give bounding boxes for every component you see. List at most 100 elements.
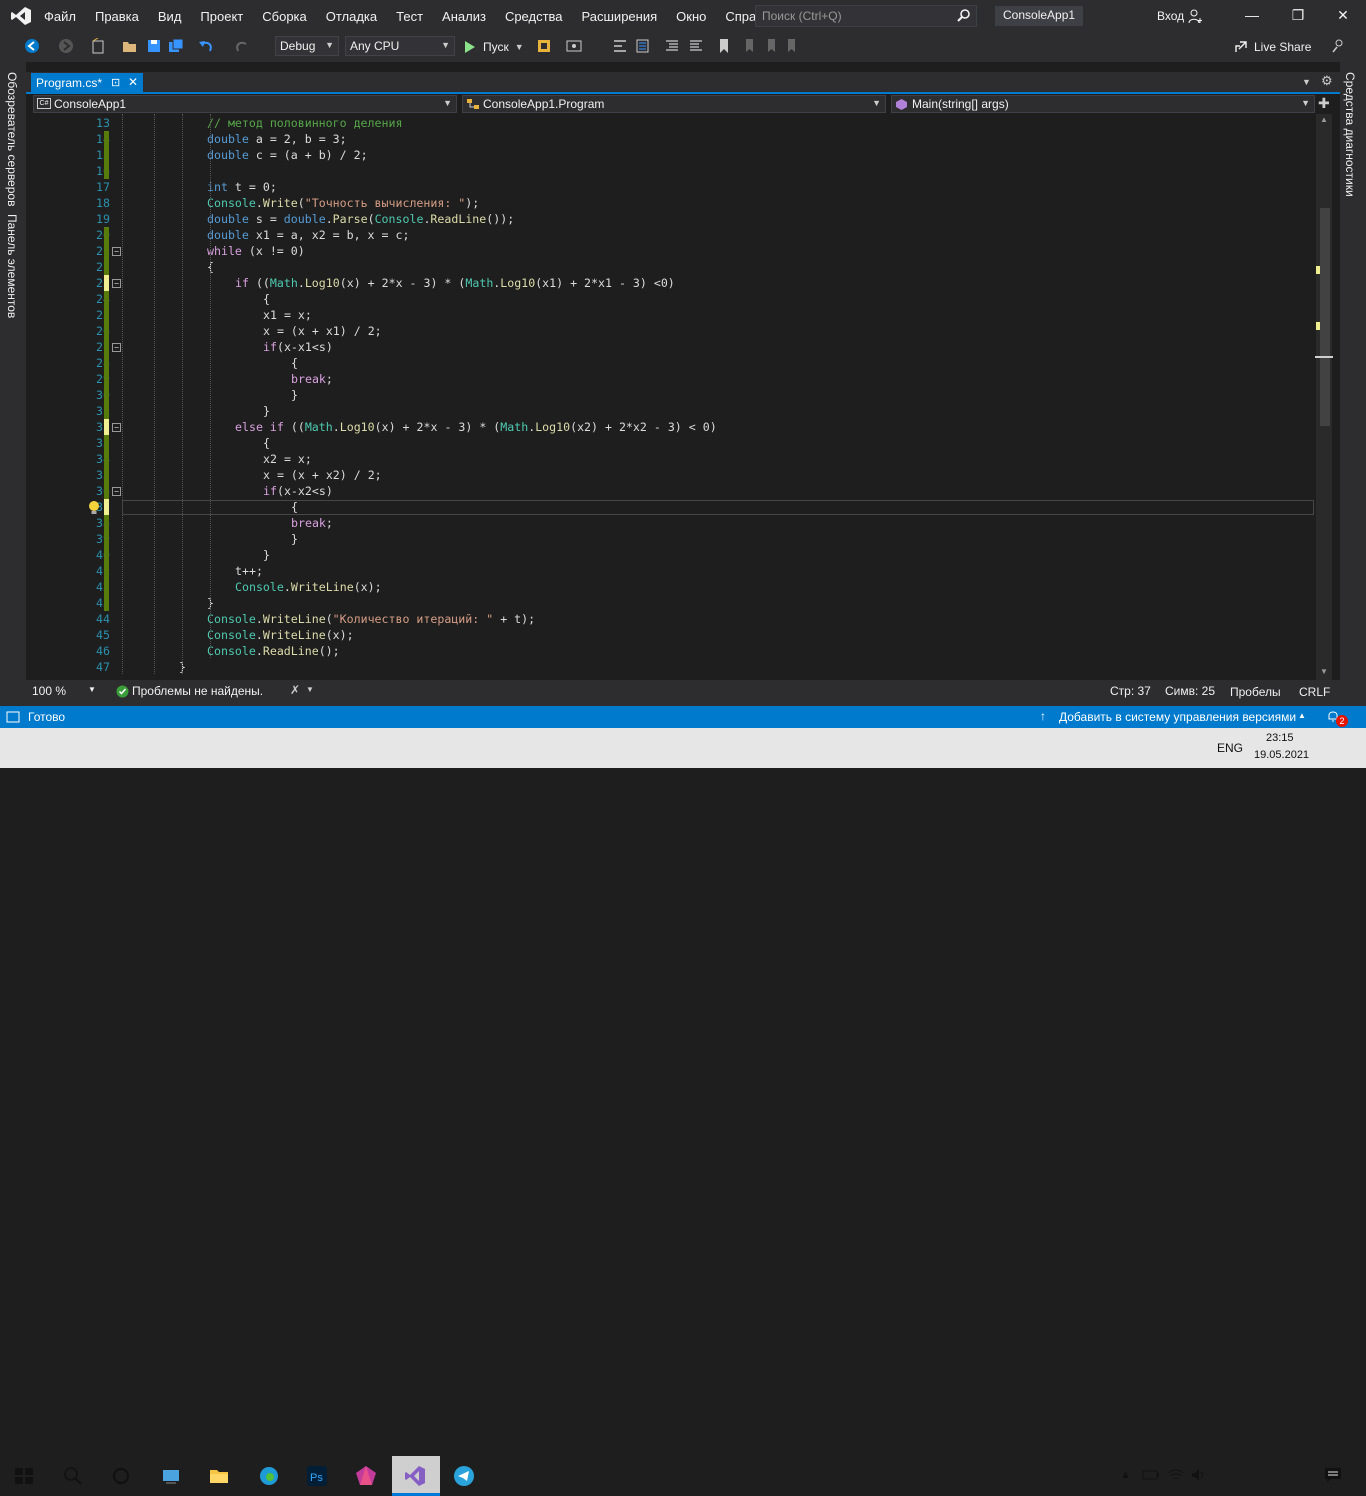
- code-line[interactable]: 32− else if ((Math.Log10(x) + 2*x - 3) * …: [26, 419, 1316, 435]
- code-line[interactable]: 31}: [26, 403, 1316, 419]
- code-line[interactable]: 17 int t = 0;: [26, 179, 1316, 195]
- save-all-icon[interactable]: [168, 38, 184, 54]
- class-nav-select[interactable]: ConsoleApp1.Program ▼: [462, 95, 886, 113]
- close-tab-icon[interactable]: ✕: [128, 75, 138, 89]
- code-line[interactable]: 25 x1 = x;: [26, 307, 1316, 323]
- diagnostic-tools-tab[interactable]: Средства диагностики: [1343, 72, 1357, 197]
- save-icon[interactable]: [146, 38, 162, 54]
- menu-item[interactable]: Средства: [505, 9, 563, 24]
- column-indicator[interactable]: Симв: 25: [1165, 684, 1215, 698]
- menu-item[interactable]: Сборка: [262, 9, 307, 24]
- gem-app-icon[interactable]: [355, 1465, 377, 1487]
- code-line[interactable]: 27− if(x-x1<s): [26, 339, 1316, 355]
- code-line[interactable]: 45 Console.WriteLine(x);: [26, 627, 1316, 643]
- bookmark-icon[interactable]: [716, 38, 732, 54]
- forward-icon[interactable]: [58, 38, 74, 54]
- feedback-icon[interactable]: [1330, 38, 1346, 54]
- toolbox-tab[interactable]: Панель элементов: [5, 214, 19, 318]
- tab-list-dropdown-icon[interactable]: ▼: [1302, 77, 1311, 87]
- code-line[interactable]: 41 t++;: [26, 563, 1316, 579]
- close-button[interactable]: ✕: [1328, 4, 1358, 26]
- menu-item[interactable]: Правка: [95, 9, 139, 24]
- menu-item[interactable]: Тест: [396, 9, 423, 24]
- live-share-button[interactable]: Live Share: [1234, 40, 1311, 54]
- next-bookmark-icon[interactable]: [762, 38, 778, 54]
- undo-icon[interactable]: [198, 38, 214, 54]
- line-indicator[interactable]: Стр: 37: [1110, 684, 1151, 698]
- code-line[interactable]: 47}: [26, 659, 1316, 675]
- code-line[interactable]: 28 {: [26, 355, 1316, 371]
- code-line[interactable]: 22{: [26, 259, 1316, 275]
- tab-program-cs[interactable]: Program.cs* ⊡ ✕: [31, 73, 143, 93]
- chevron-up-icon[interactable]: ▲: [1120, 1469, 1131, 1481]
- project-nav-select[interactable]: C# ConsoleApp1 ▼: [33, 95, 457, 113]
- menu-item[interactable]: Окно: [676, 9, 706, 24]
- code-line[interactable]: 46 Console.ReadLine();: [26, 643, 1316, 659]
- prev-bookmark-icon[interactable]: [740, 38, 756, 54]
- scrollbar-thumb[interactable]: [1320, 208, 1330, 426]
- search-icon[interactable]: [62, 1465, 84, 1487]
- issues-label[interactable]: Проблемы не найдены.: [132, 684, 263, 698]
- start-debug-button[interactable]: Пуск ▼: [464, 38, 524, 56]
- collapse-icon[interactable]: −: [112, 343, 121, 352]
- split-window-icon[interactable]: ✚: [1318, 95, 1330, 112]
- clock-date[interactable]: 19.05.2021: [1254, 749, 1309, 761]
- collapse-icon[interactable]: −: [112, 279, 121, 288]
- code-line[interactable]: 18 Console.Write("Точность вычисления: ")…: [26, 195, 1316, 211]
- new-project-icon[interactable]: [90, 38, 106, 54]
- sign-in-link[interactable]: Вход: [1157, 9, 1184, 23]
- code-line[interactable]: 43}: [26, 595, 1316, 611]
- user-icon[interactable]: [1187, 8, 1203, 24]
- output-window-icon[interactable]: [6, 711, 20, 723]
- redo-icon[interactable]: [234, 38, 250, 54]
- lightbulb-icon[interactable]: [87, 500, 101, 516]
- uncomment-icon[interactable]: [688, 38, 704, 54]
- visual-studio-icon[interactable]: [404, 1465, 426, 1487]
- search-input[interactable]: Поиск (Ctrl+Q): [755, 5, 977, 27]
- collapse-icon[interactable]: −: [112, 487, 121, 496]
- windows-start-icon[interactable]: [13, 1465, 35, 1487]
- code-line[interactable]: 29 break;: [26, 371, 1316, 387]
- code-line[interactable]: 20 double x1 = a, x2 = b, x = c;: [26, 227, 1316, 243]
- volume-icon[interactable]: [1191, 1468, 1207, 1482]
- hot-reload-icon[interactable]: [536, 38, 552, 54]
- code-line[interactable]: 26 x = (x + x1) / 2;: [26, 323, 1316, 339]
- code-line[interactable]: 34 x2 = x;: [26, 451, 1316, 467]
- action-center-icon[interactable]: [1324, 1467, 1342, 1483]
- brush-icon[interactable]: ✗: [290, 683, 300, 697]
- add-source-control[interactable]: Добавить в систему управления версиями: [1059, 710, 1296, 724]
- network-app-icon[interactable]: [160, 1465, 182, 1487]
- config-select[interactable]: Debug ▼: [275, 36, 339, 56]
- clock-time[interactable]: 23:15: [1266, 732, 1294, 744]
- platform-select[interactable]: Any CPU ▼: [345, 36, 455, 56]
- comment-out-icon[interactable]: [664, 38, 680, 54]
- code-line[interactable]: 35 x = (x + x2) / 2;: [26, 467, 1316, 483]
- edge-icon[interactable]: [258, 1465, 280, 1487]
- menu-item[interactable]: Отладка: [326, 9, 377, 24]
- input-language[interactable]: ENG: [1217, 741, 1243, 755]
- code-line[interactable]: 13 // метод половинного деления: [26, 115, 1316, 131]
- menu-item[interactable]: Проект: [200, 9, 243, 24]
- menu-item[interactable]: Вид: [158, 9, 182, 24]
- code-line[interactable]: 38 break;: [26, 515, 1316, 531]
- menu-item[interactable]: Расширения: [582, 9, 658, 24]
- code-line[interactable]: 33 {: [26, 435, 1316, 451]
- task-view-icon[interactable]: [110, 1465, 132, 1487]
- step-over-icon[interactable]: [634, 38, 650, 54]
- member-nav-select[interactable]: Main(string[] args) ▼: [891, 95, 1315, 113]
- code-editor[interactable]: 13 // метод половинного деления 14 double a…: [26, 114, 1316, 680]
- step-into-icon[interactable]: [612, 38, 628, 54]
- scroll-down-arrow-icon[interactable]: ▼: [1320, 667, 1328, 676]
- file-explorer-icon[interactable]: [208, 1465, 230, 1487]
- gear-icon[interactable]: ⚙: [1321, 73, 1333, 89]
- line-ending[interactable]: CRLF: [1299, 685, 1330, 699]
- code-line[interactable]: 30}: [26, 387, 1316, 403]
- open-file-icon[interactable]: [122, 38, 138, 54]
- server-explorer-tab[interactable]: Обозреватель серверов: [5, 72, 19, 206]
- telegram-icon[interactable]: [453, 1465, 475, 1487]
- code-line[interactable]: 16: [26, 163, 1316, 179]
- battery-icon[interactable]: [1142, 1468, 1160, 1482]
- back-icon[interactable]: [24, 38, 40, 54]
- minimize-button[interactable]: —: [1237, 4, 1267, 26]
- zoom-select[interactable]: 100 % ▼: [32, 684, 96, 698]
